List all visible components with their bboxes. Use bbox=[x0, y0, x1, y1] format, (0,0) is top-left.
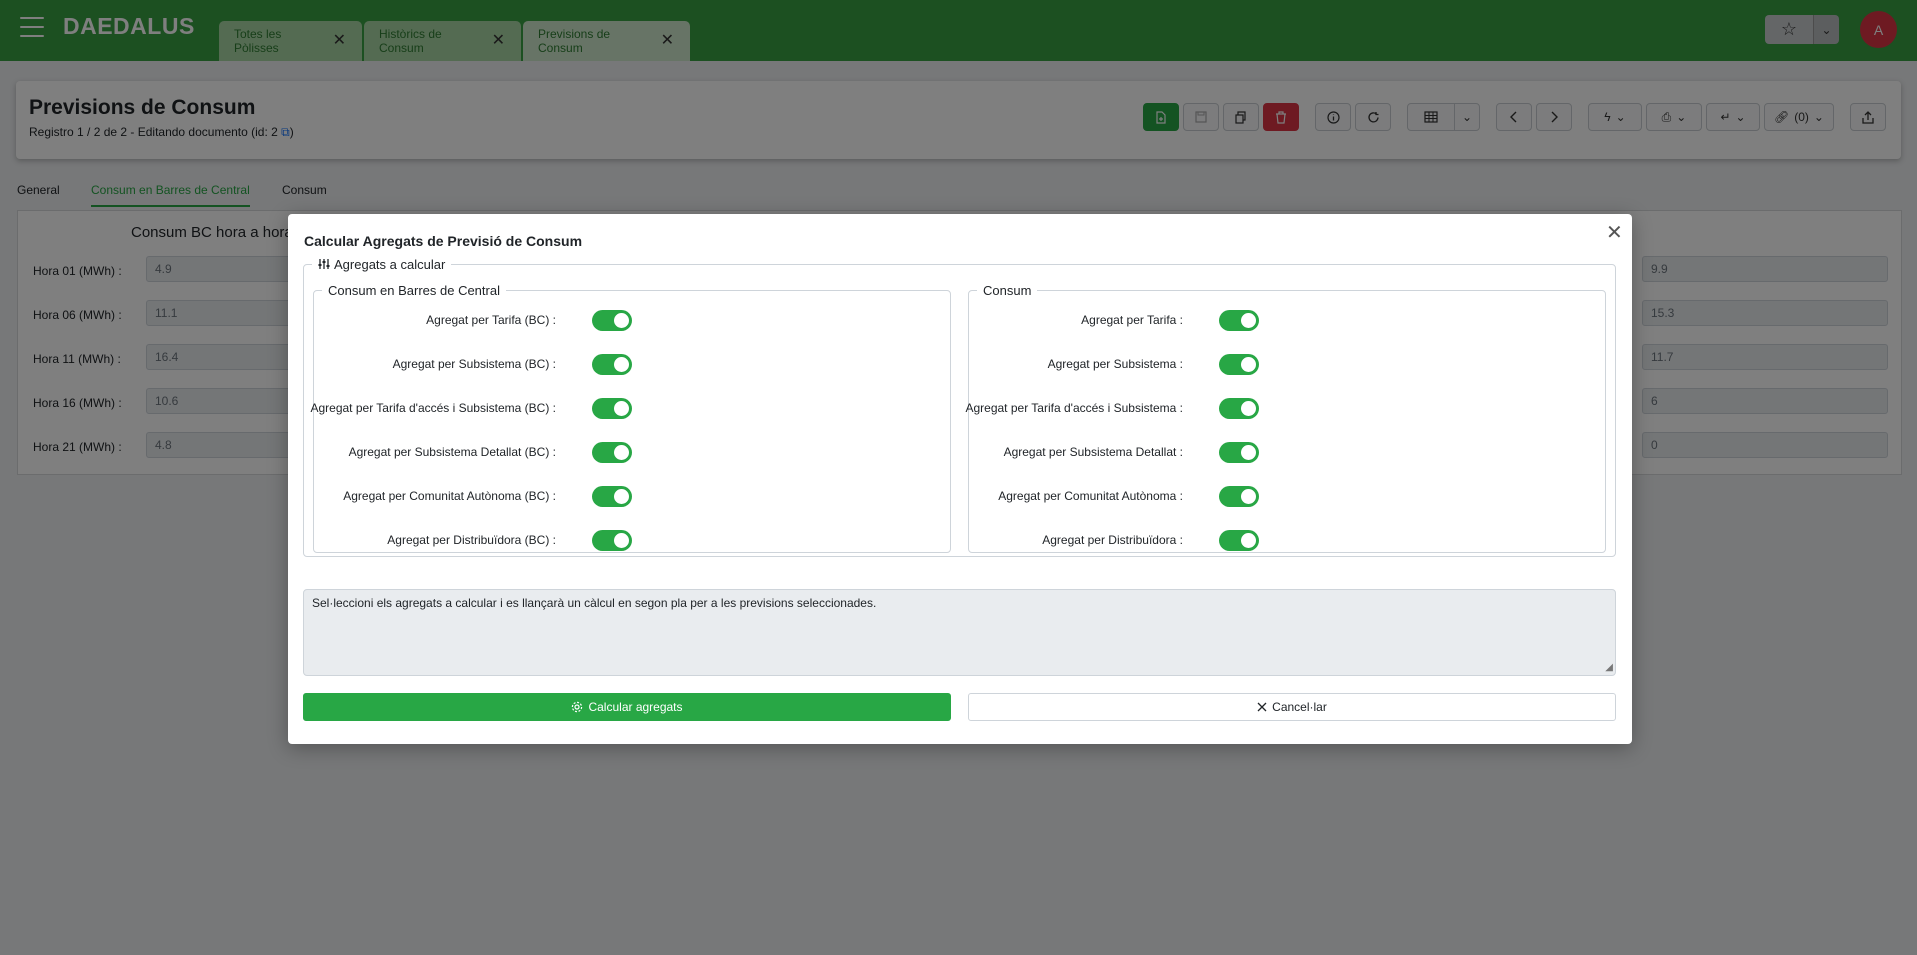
option-label: Agregat per Tarifa d'accés i Subsistema … bbox=[310, 401, 556, 415]
toggle-subsistema[interactable] bbox=[1219, 354, 1259, 375]
option-label: Agregat per Subsistema : bbox=[1047, 357, 1183, 371]
option-label: Agregat per Comunitat Autònoma (BC) : bbox=[343, 489, 556, 503]
gear-icon bbox=[572, 701, 583, 713]
option-label: Agregat per Distribuïdora : bbox=[1042, 533, 1183, 547]
option-label: Agregat per Tarifa d'accés i Subsistema … bbox=[965, 401, 1183, 415]
toggle-tarifa[interactable] bbox=[1219, 310, 1259, 331]
toggle-tarifa-acces-subsistema[interactable] bbox=[1219, 398, 1259, 419]
calculate-aggregates-dialog: Calcular Agregats de Previsió de Consum … bbox=[288, 214, 1632, 744]
close-icon bbox=[1257, 702, 1267, 712]
consum-legend: Consum bbox=[983, 283, 1032, 298]
sliders-icon bbox=[318, 259, 330, 269]
option-label: Agregat per Tarifa : bbox=[1081, 313, 1183, 327]
option-label: Agregat per Subsistema Detallat (BC) : bbox=[348, 445, 556, 459]
toggle-subsistema-detallat-bc[interactable] bbox=[592, 442, 632, 463]
toggle-subsistema-bc[interactable] bbox=[592, 354, 632, 375]
bc-fieldset: Consum en Barres de Central bbox=[313, 283, 951, 553]
option-label: Agregat per Tarifa (BC) : bbox=[426, 313, 556, 327]
option-label: Agregat per Comunitat Autònoma : bbox=[998, 489, 1183, 503]
toggle-comunitat-autonoma[interactable] bbox=[1219, 486, 1259, 507]
toggle-subsistema-detallat[interactable] bbox=[1219, 442, 1259, 463]
cancel-button[interactable]: Cancel·lar bbox=[968, 693, 1616, 721]
calculate-aggregates-button[interactable]: Calcular agregats bbox=[303, 693, 951, 721]
resize-handle-icon[interactable]: ◢ bbox=[1605, 662, 1613, 673]
option-label: Agregat per Distribuïdora (BC) : bbox=[387, 533, 556, 547]
toggle-distribuidora[interactable] bbox=[1219, 530, 1259, 551]
info-text: Sel·leccioni els agregats a calcular i e… bbox=[312, 596, 877, 610]
aggregates-legend: Agregats a calcular bbox=[312, 257, 451, 272]
toggle-tarifa-acces-subsistema-bc[interactable] bbox=[592, 398, 632, 419]
legend-text: Agregats a calcular bbox=[334, 257, 446, 272]
option-label: Agregat per Subsistema Detallat : bbox=[1003, 445, 1183, 459]
cancel-label: Cancel·lar bbox=[1272, 700, 1327, 714]
dialog-title: Calcular Agregats de Previsió de Consum bbox=[304, 233, 583, 249]
consum-fieldset: Consum bbox=[968, 283, 1606, 553]
option-label: Agregat per Subsistema (BC) : bbox=[392, 357, 556, 371]
calculate-label: Calcular agregats bbox=[588, 700, 683, 714]
bc-legend: Consum en Barres de Central bbox=[328, 283, 500, 298]
toggle-tarifa-bc[interactable] bbox=[592, 310, 632, 331]
toggle-distribuidora-bc[interactable] bbox=[592, 530, 632, 551]
toggle-comunitat-autonoma-bc[interactable] bbox=[592, 486, 632, 507]
close-icon[interactable]: ✕ bbox=[1606, 223, 1623, 243]
info-textarea: Sel·leccioni els agregats a calcular i e… bbox=[303, 589, 1616, 676]
